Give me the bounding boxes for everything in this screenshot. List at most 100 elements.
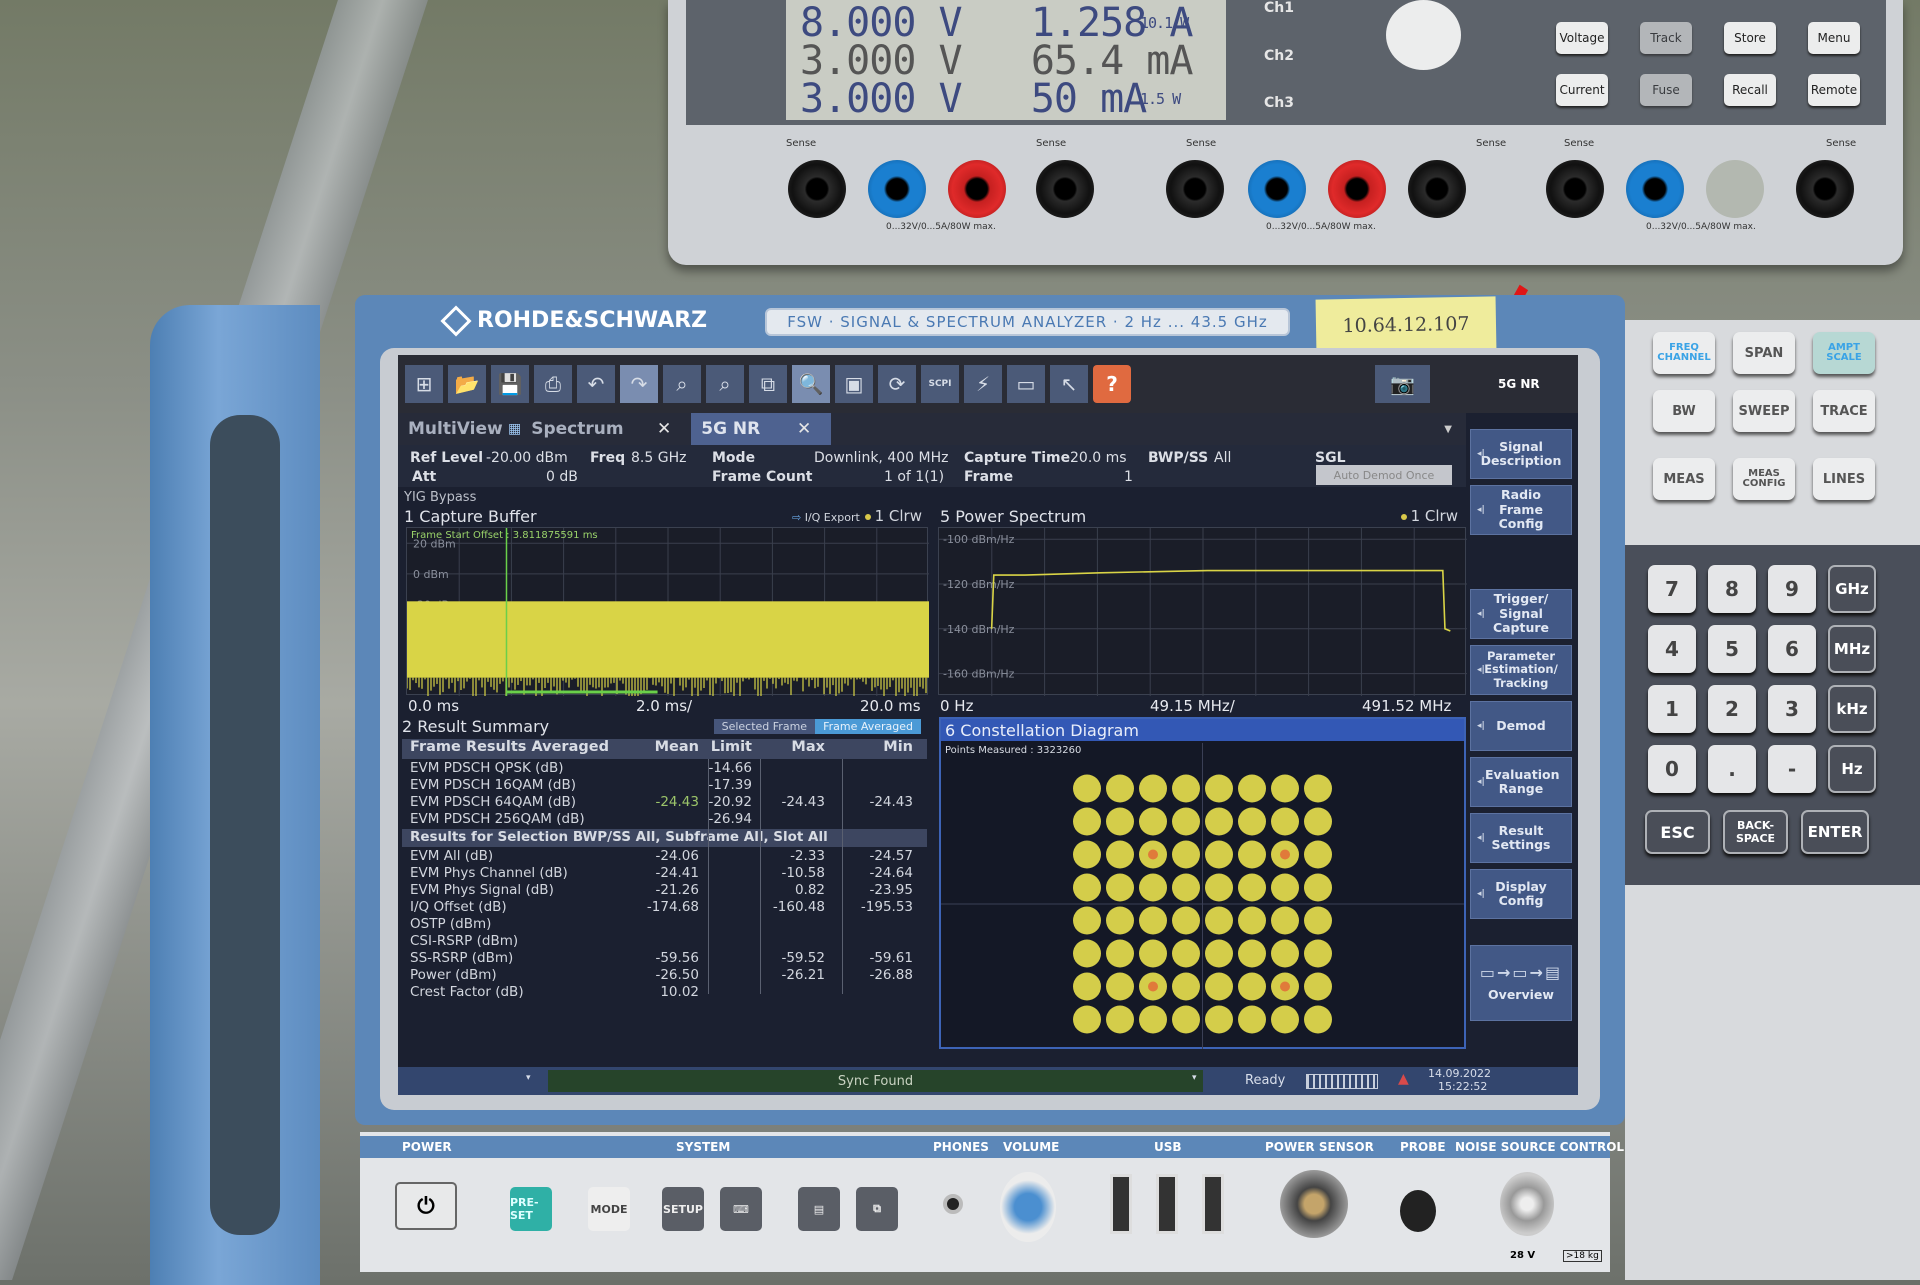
freq-channel-key[interactable]: FREQ CHANNEL <box>1653 332 1715 374</box>
mode-button[interactable]: MODE <box>588 1187 630 1231</box>
power-sensor-connector[interactable] <box>1280 1170 1348 1238</box>
overview-softkey[interactable]: ▭→▭→▤ Overview <box>1470 945 1572 1021</box>
window-switch-button[interactable]: ⧉ <box>856 1187 898 1231</box>
parameter-estimation-softkey[interactable]: ◂| Parameter Estimation/ Tracking <box>1470 645 1572 695</box>
key-5[interactable]: 5 <box>1708 625 1756 673</box>
auto-demod-once-button[interactable]: Auto Demod Once <box>1316 465 1452 485</box>
key-7[interactable]: 7 <box>1648 565 1696 613</box>
psu-voltage-key[interactable]: Voltage <box>1556 22 1608 54</box>
key-minus[interactable]: - <box>1768 745 1816 793</box>
result-settings-softkey[interactable]: ◂| Result Settings <box>1470 813 1572 863</box>
print-icon[interactable]: ⎙ <box>534 365 572 403</box>
save-icon[interactable]: 💾 <box>491 365 529 403</box>
enter-key[interactable]: ENTER <box>1801 810 1869 854</box>
sense-jack[interactable] <box>1166 160 1224 218</box>
trigger-signal-capture-softkey[interactable]: ◂| Trigger/ Signal Capture <box>1470 589 1572 639</box>
mhz-key[interactable]: MHz <box>1828 625 1876 673</box>
help-icon[interactable]: ? <box>1093 365 1131 403</box>
zoom-icon[interactable]: ⌕ <box>706 365 744 403</box>
usb-port[interactable] <box>1156 1174 1178 1234</box>
demod-softkey[interactable]: ◂| Demod <box>1470 701 1572 751</box>
meas-config-key[interactable]: MEAS CONFIG <box>1733 458 1795 500</box>
usb-port[interactable] <box>1110 1174 1132 1234</box>
display-toggle-button[interactable]: ▤ <box>798 1187 840 1231</box>
psu-rotary-knob[interactable] <box>1386 0 1461 70</box>
sense-jack[interactable] <box>1408 160 1466 218</box>
noise-source-connector[interactable] <box>1500 1172 1554 1236</box>
setup-button[interactable]: SETUP <box>662 1187 704 1231</box>
key-6[interactable]: 6 <box>1768 625 1816 673</box>
hz-key[interactable]: Hz <box>1828 745 1876 793</box>
volume-knob[interactable] <box>1000 1172 1056 1242</box>
zoom-off-icon[interactable]: 🔍 <box>792 365 830 403</box>
key-8[interactable]: 8 <box>1708 565 1756 613</box>
psu-recall-key[interactable]: Recall <box>1724 74 1776 106</box>
selected-frame-toggle[interactable]: Selected Frame <box>713 719 816 734</box>
phones-jack[interactable] <box>943 1194 963 1214</box>
tabs-dropdown-icon[interactable]: ▼ <box>1444 424 1452 435</box>
sync-dropdown-icon[interactable]: ▾ <box>1192 1073 1197 1083</box>
frame-averaged-toggle[interactable]: Frame Averaged <box>815 719 921 734</box>
signal-description-softkey[interactable]: ◂| Signal Description <box>1470 429 1572 479</box>
key-2[interactable]: 2 <box>1708 685 1756 733</box>
keyboard-button[interactable]: ⌨ <box>720 1187 762 1231</box>
open-folder-icon[interactable]: 📂 <box>448 365 486 403</box>
power-button[interactable]: ⏻ <box>395 1182 457 1230</box>
usb-port[interactable] <box>1202 1174 1224 1234</box>
psu-fuse-key[interactable]: Fuse <box>1640 74 1692 106</box>
sense-jack[interactable] <box>788 160 846 218</box>
refresh-icon[interactable]: ⟳ <box>878 365 916 403</box>
ch2-negative-jack[interactable] <box>1248 160 1306 218</box>
esc-key[interactable]: ESC <box>1645 810 1710 854</box>
radio-frame-config-softkey[interactable]: ◂| Radio Frame Config <box>1470 485 1572 535</box>
trace-key[interactable]: TRACE <box>1813 390 1875 432</box>
backspace-key[interactable]: BACK-SPACE <box>1723 810 1788 854</box>
ch1-negative-jack[interactable] <box>868 160 926 218</box>
psu-store-key[interactable]: Store <box>1724 22 1776 54</box>
multi-zoom-icon[interactable]: ⧉ <box>749 365 787 403</box>
zoom-mode-icon[interactable]: ⌕ <box>663 365 701 403</box>
help-pointer-icon[interactable]: ↖ <box>1050 365 1088 403</box>
full-screen-icon[interactable]: ▣ <box>835 365 873 403</box>
display-config-softkey[interactable]: ◂| Display Config <box>1470 869 1572 919</box>
span-key[interactable]: SPAN <box>1733 332 1795 374</box>
tab-multiview[interactable]: MultiView <box>398 413 508 445</box>
iq-export-label[interactable]: I/Q Export <box>805 511 860 524</box>
meas-key[interactable]: MEAS <box>1653 458 1715 500</box>
ampt-scale-key[interactable]: AMPT SCALE <box>1813 332 1875 374</box>
psu-menu-key[interactable]: Menu <box>1808 22 1860 54</box>
tab-5g-nr[interactable]: 5G NR ✕ <box>691 413 832 445</box>
undo-icon[interactable]: ↶ <box>577 365 615 403</box>
psu-current-key[interactable]: Current <box>1556 74 1608 106</box>
lines-key[interactable]: LINES <box>1813 458 1875 500</box>
close-tab-icon[interactable]: ✕ <box>647 419 681 439</box>
bw-key[interactable]: BW <box>1653 390 1715 432</box>
evaluation-range-softkey[interactable]: ◂| Evaluation Range <box>1470 757 1572 807</box>
psu-remote-key[interactable]: Remote <box>1808 74 1860 106</box>
ghz-key[interactable]: GHz <box>1828 565 1876 613</box>
key-9[interactable]: 9 <box>1768 565 1816 613</box>
display-change-icon[interactable]: ▭ <box>1007 365 1045 403</box>
khz-key[interactable]: kHz <box>1828 685 1876 733</box>
camera-icon[interactable]: 📷 <box>1375 365 1430 403</box>
sweep-key[interactable]: SWEEP <box>1733 390 1795 432</box>
key-3[interactable]: 3 <box>1768 685 1816 733</box>
key-decimal[interactable]: . <box>1708 745 1756 793</box>
windows-icon[interactable]: ⊞ <box>405 365 443 403</box>
status-dropdown-icon[interactable]: ▾ <box>526 1073 531 1083</box>
sequencer-icon[interactable]: ⚡ <box>964 365 1002 403</box>
status-time: 15:22:52 <box>1438 1080 1488 1093</box>
tab-spectrum[interactable]: Spectrum ✕ <box>521 413 691 445</box>
probe-connector[interactable] <box>1400 1190 1436 1232</box>
ch1-positive-jack[interactable] <box>948 160 1006 218</box>
key-0[interactable]: 0 <box>1648 745 1696 793</box>
ch2-positive-jack[interactable] <box>1328 160 1386 218</box>
key-4[interactable]: 4 <box>1648 625 1696 673</box>
psu-track-key[interactable]: Track <box>1640 22 1692 54</box>
sense-jack[interactable] <box>1036 160 1094 218</box>
redo-icon[interactable]: ↷ <box>620 365 658 403</box>
scpi-icon[interactable]: SCPI <box>921 365 959 403</box>
preset-button[interactable]: PRE-SET <box>510 1187 552 1231</box>
key-1[interactable]: 1 <box>1648 685 1696 733</box>
close-tab-icon[interactable]: ✕ <box>787 419 821 439</box>
